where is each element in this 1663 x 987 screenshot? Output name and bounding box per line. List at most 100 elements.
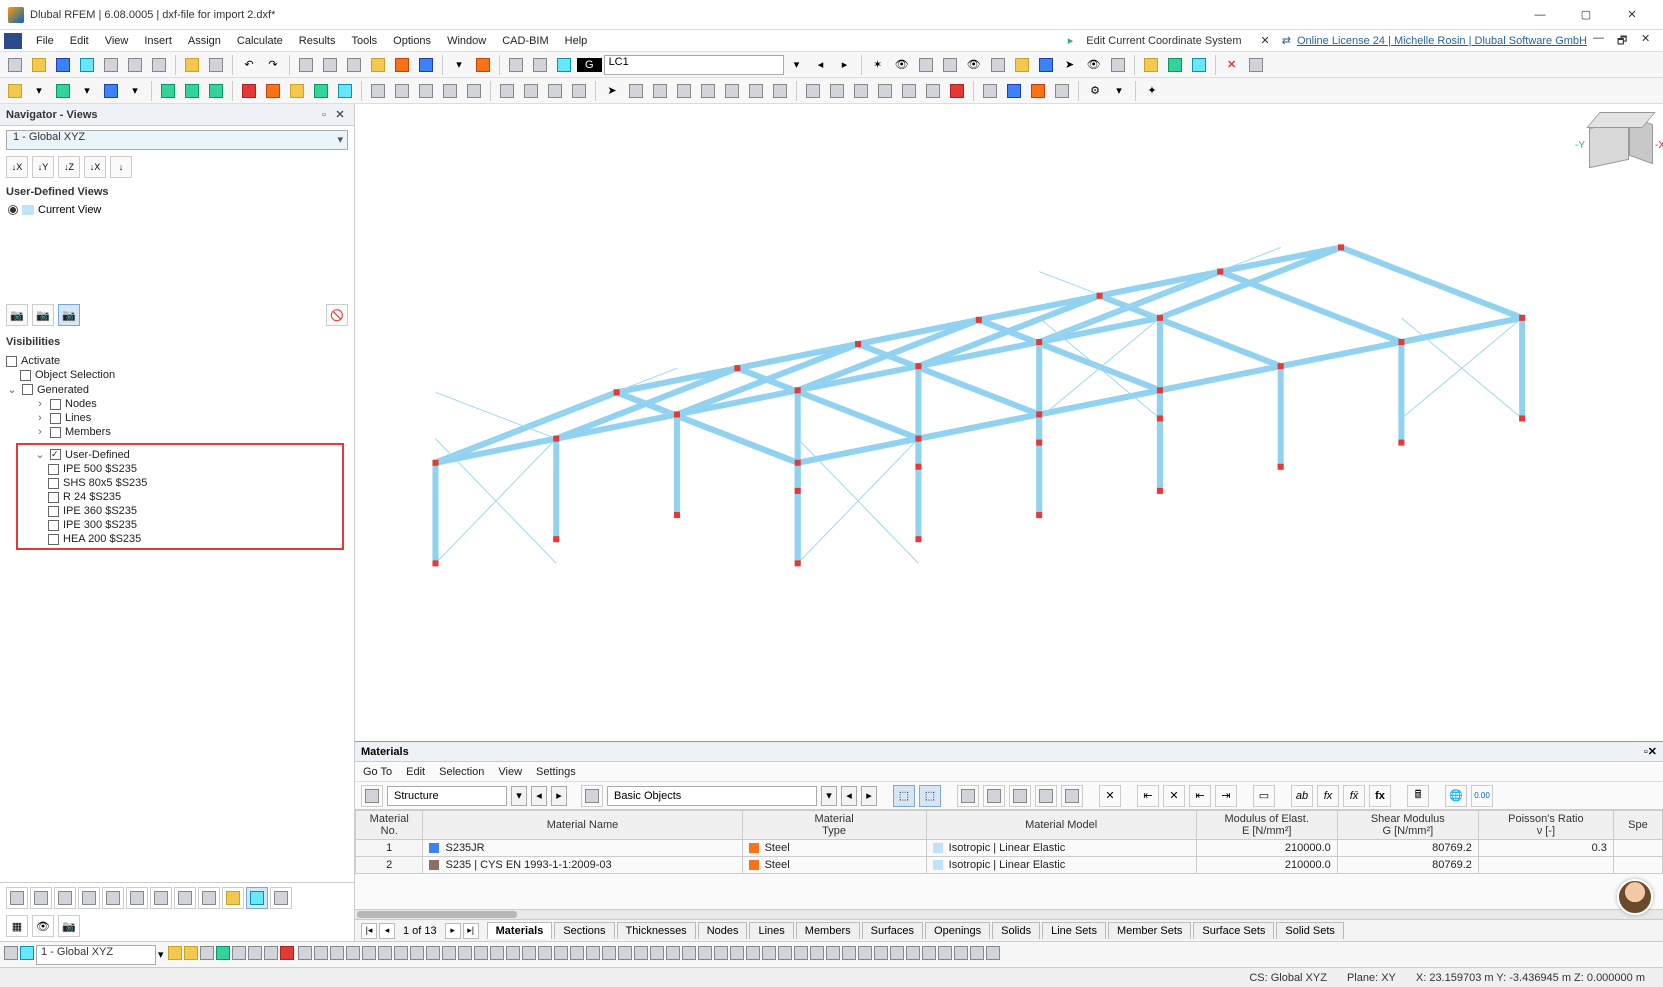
axis-z-button[interactable]: ↓Z	[58, 156, 80, 178]
mat-icon-icon[interactable]	[361, 785, 383, 807]
tree-icon[interactable]	[100, 54, 122, 76]
mat-prev1-icon[interactable]: ◂	[531, 786, 547, 806]
t2-ln4-icon[interactable]	[568, 80, 590, 102]
bt-extra-2-icon[interactable]	[330, 946, 344, 963]
t2-ln2-icon[interactable]	[520, 80, 542, 102]
mat-t3-icon[interactable]	[1009, 785, 1031, 807]
nbt-icon-toggle-icon[interactable]: ▦	[6, 915, 28, 937]
mat-t2-icon[interactable]	[983, 785, 1005, 807]
bt-extra-16-icon[interactable]	[554, 946, 568, 963]
col-spe[interactable]: Spe	[1613, 811, 1662, 840]
bt-extra-10-icon[interactable]	[458, 946, 472, 963]
cell-mod[interactable]: 210000.0	[1196, 840, 1337, 857]
mat-menu-view[interactable]: View	[498, 766, 522, 778]
mat-globe-icon[interactable]: 🌐	[1445, 785, 1467, 807]
nbt-11-icon[interactable]	[246, 887, 268, 909]
view-combo[interactable]: 1 - Global XYZ	[6, 130, 348, 150]
mat-hscroll[interactable]	[355, 909, 1663, 919]
cell-poisson[interactable]: 0.3	[1478, 840, 1613, 857]
bt-extra-33-icon[interactable]	[826, 946, 840, 963]
menu-edit[interactable]: Edit	[62, 33, 97, 49]
cell-spe[interactable]	[1613, 857, 1662, 874]
mat-combo2-drop-icon[interactable]: ▾	[821, 786, 837, 806]
bt-d-icon[interactable]	[216, 946, 230, 963]
bottom-cs-combo[interactable]: 1 - Global XYZ	[36, 945, 156, 965]
bt-extra-36-icon[interactable]	[874, 946, 888, 963]
tree-members[interactable]: ›Members	[6, 425, 348, 439]
redo-icon[interactable]: ↷	[262, 54, 284, 76]
bt-extra-20-icon[interactable]	[618, 946, 632, 963]
t2-grid4-icon[interactable]	[1051, 80, 1073, 102]
menu-options[interactable]: Options	[385, 33, 439, 49]
nbt-9-icon[interactable]	[198, 887, 220, 909]
color-btn3-icon[interactable]	[1188, 54, 1210, 76]
nbt-eye-icon[interactable]: 👁	[32, 915, 54, 937]
menu-assign[interactable]: Assign	[180, 33, 229, 49]
print-icon[interactable]	[148, 54, 170, 76]
bt-extra-0-icon[interactable]	[298, 946, 312, 963]
axis-drop-button[interactable]: ↓	[110, 156, 132, 178]
t2-a-icon[interactable]: ▾	[28, 80, 50, 102]
menu-cad-bim[interactable]: CAD-BIM	[494, 33, 556, 49]
loadcase-combo[interactable]: LC1	[604, 55, 784, 75]
mat-fx2-icon[interactable]: fx̄	[1343, 785, 1365, 807]
bt-1-icon[interactable]	[4, 946, 18, 963]
bt-extra-7-icon[interactable]	[410, 946, 424, 963]
t2-s5-icon[interactable]	[898, 80, 920, 102]
tree-ud-item[interactable]: IPE 500 $S235	[20, 462, 340, 476]
menu-insert[interactable]: Insert	[136, 33, 180, 49]
bt-extra-11-icon[interactable]	[474, 946, 488, 963]
bt-extra-32-icon[interactable]	[810, 946, 824, 963]
expand-icon[interactable]: ›	[34, 398, 46, 410]
checkbox-icon[interactable]	[48, 534, 59, 545]
tab-member-sets[interactable]: Member Sets	[1108, 922, 1191, 939]
panel-undock-icon[interactable]: ▫	[316, 107, 332, 123]
mat-sel2-icon[interactable]: ⬚	[919, 785, 941, 807]
cloud-icon[interactable]	[52, 54, 74, 76]
tree-nodes[interactable]: ›Nodes	[6, 397, 348, 411]
tree-ud-item[interactable]: SHS 80x5 $S235	[20, 476, 340, 490]
panel-close-icon[interactable]: ✕	[332, 107, 348, 123]
mat-ab-icon[interactable]: ab	[1291, 785, 1313, 807]
btn-rsc-icon[interactable]	[367, 54, 389, 76]
prev-lc-icon[interactable]: ◂	[810, 54, 832, 76]
table-row[interactable]: 1 S235JR Steel Isotropic | Linear Elasti…	[356, 840, 1663, 857]
materials-table[interactable]: Material No. Material Name Material Type…	[355, 810, 1663, 909]
mdi-close-icon[interactable]: 🗗	[1617, 32, 1635, 50]
menu-view[interactable]: View	[97, 33, 137, 49]
align2-icon[interactable]	[529, 54, 551, 76]
t2-end-icon[interactable]: ▾	[1108, 80, 1130, 102]
t2-star-icon[interactable]	[4, 80, 26, 102]
cell-name[interactable]: S235JR	[423, 840, 742, 857]
expand-icon[interactable]: ›	[34, 426, 46, 438]
checkbox-icon[interactable]	[50, 413, 61, 424]
t2-sec5-icon[interactable]	[463, 80, 485, 102]
mat-arr2-icon[interactable]: ✕	[1163, 785, 1185, 807]
checkbox-icon[interactable]	[48, 478, 59, 489]
mat-t1-icon[interactable]	[957, 785, 979, 807]
bt-b-icon[interactable]	[184, 946, 198, 963]
t2-m2-icon[interactable]	[625, 80, 647, 102]
t2-s7-icon[interactable]	[946, 80, 968, 102]
t2-r1-icon[interactable]	[238, 80, 260, 102]
mat-t4-icon[interactable]	[1035, 785, 1057, 807]
mat-arr1-icon[interactable]: ⇤	[1137, 785, 1159, 807]
t2-r4-icon[interactable]	[310, 80, 332, 102]
bt-extra-28-icon[interactable]	[746, 946, 760, 963]
bt-extra-40-icon[interactable]	[938, 946, 952, 963]
bt-extra-35-icon[interactable]	[858, 946, 872, 963]
maximize-button[interactable]: ▢	[1563, 0, 1609, 30]
camera3-icon[interactable]: 📷	[58, 304, 80, 326]
mat-icon2-icon[interactable]	[581, 785, 603, 807]
nbt-12-icon[interactable]	[270, 887, 292, 909]
assistant-avatar-icon[interactable]	[1617, 879, 1653, 915]
bt-g-icon[interactable]	[264, 946, 278, 963]
tab-surface-sets[interactable]: Surface Sets	[1193, 922, 1274, 939]
t2-e-icon[interactable]: ▾	[124, 80, 146, 102]
restore-icon[interactable]: —	[1593, 32, 1611, 50]
bt-extra-13-icon[interactable]	[506, 946, 520, 963]
tab-sections[interactable]: Sections	[554, 922, 614, 939]
bt-extra-27-icon[interactable]	[730, 946, 744, 963]
xxx2-icon[interactable]	[939, 54, 961, 76]
expand-icon[interactable]: ›	[34, 412, 46, 424]
